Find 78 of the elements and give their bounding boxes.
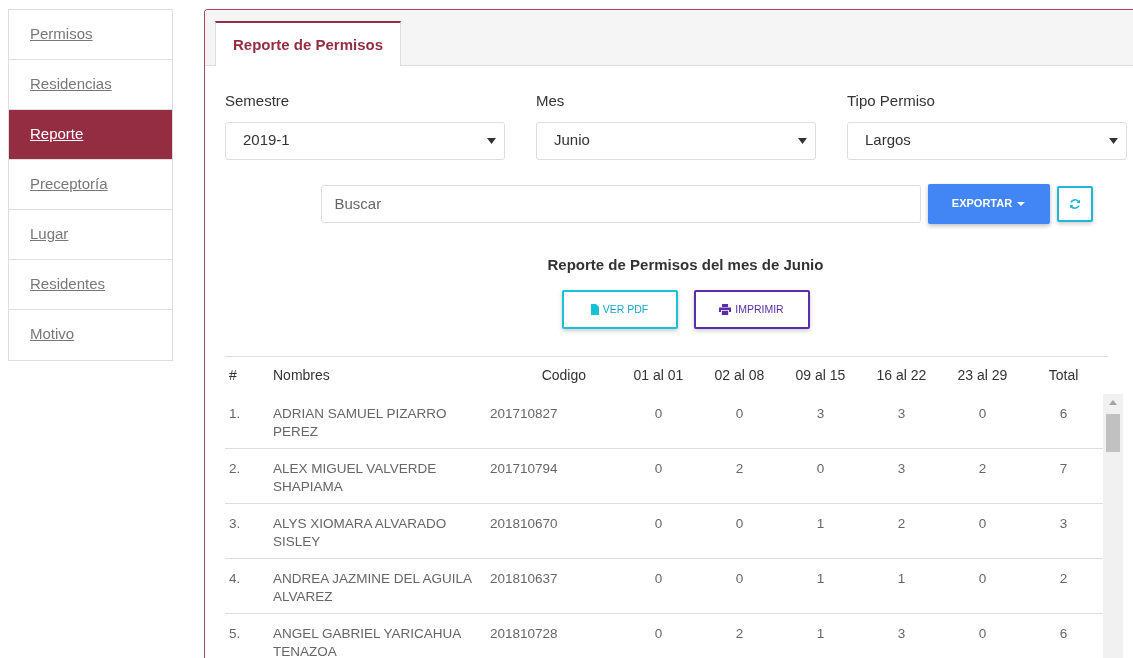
table-cell-text: ALYS XIOMARA ALVARADO SISLEY: [273, 515, 448, 551]
table-cell-text: ANGEL GABRIEL YARICAHUA TENAZOA: [273, 625, 462, 658]
dropdown-arrow-icon: [798, 137, 807, 144]
table-cell-text: 1: [815, 625, 826, 643]
table-cell-text: 3: [815, 405, 826, 423]
table-cell-text: 2.: [228, 460, 242, 478]
column-header: Codigo: [540, 366, 587, 385]
table-cell-text: 5.: [228, 625, 242, 643]
table-cell-text: 1: [815, 570, 826, 588]
file-icon: [590, 304, 599, 315]
table-cell-text: 0: [977, 515, 988, 533]
table-cell-text: 1: [815, 515, 826, 533]
dropdown-arrow-icon: [1109, 137, 1118, 144]
table-cell-text: 6: [1058, 625, 1069, 643]
table-cell-text: 7: [1058, 460, 1069, 478]
table-cell-text: 2: [977, 460, 988, 478]
scroll-up-icon[interactable]: [1109, 400, 1117, 405]
table-cell-text: 201710827: [490, 405, 559, 423]
select-field[interactable]: 2019-1: [225, 121, 505, 160]
column-header: Nombres: [273, 366, 331, 385]
table-cell-text: 0: [734, 405, 745, 423]
table-cell-text: 201810670: [490, 515, 559, 533]
table-cell-text: ALEX MIGUEL VALVERDE SHAPIAMA: [273, 460, 438, 496]
table-cell-text: 0: [653, 460, 664, 478]
column-header: 01 al 01: [632, 366, 685, 385]
table-cell-text: 3.: [228, 515, 242, 533]
dropdown-arrow-icon: [487, 137, 496, 144]
column-header: 16 al 22: [875, 366, 928, 385]
column-header: #: [228, 366, 238, 385]
caret-icon: [1017, 201, 1026, 206]
select-field[interactable]: Largos: [847, 121, 1127, 160]
table-cell-text: 0: [653, 625, 664, 643]
table-cell-text: 0: [977, 625, 988, 643]
column-header: 02 al 08: [713, 366, 766, 385]
table-cell-text: 3: [896, 460, 907, 478]
table-cell-text: 201810637: [490, 570, 559, 588]
scrollbar[interactable]: [1103, 394, 1123, 658]
table-cell-text: 3: [896, 625, 907, 643]
table-cell-text: 4.: [228, 570, 242, 588]
table-cell-text: 0: [734, 570, 745, 588]
table-cell-text: 0: [734, 515, 745, 533]
table-cell-text: 0: [653, 570, 664, 588]
table-cell-text: 0: [653, 405, 664, 423]
column-header: Total: [1047, 366, 1080, 385]
table-cell-text: 3: [896, 405, 907, 423]
search-field[interactable]: Buscar: [320, 184, 921, 223]
report-title: Reporte de Permisos del mes de Junio: [546, 254, 825, 275]
field-label: Semestre: [225, 91, 290, 111]
table-cell-text: 0: [977, 570, 988, 588]
table-cell-text: 1.: [228, 405, 242, 423]
column-header: 09 al 15: [794, 366, 847, 385]
refresh-button[interactable]: [1056, 185, 1093, 222]
export-button[interactable]: EXPORTAR: [927, 183, 1050, 224]
table-cell-text: ADRIAN SAMUEL PIZARRO PEREZ: [273, 405, 448, 441]
table-cell-text: 2: [1058, 570, 1069, 588]
table-cell-text: ANDREA JAZMINE DEL AGUILA ALVAREZ: [273, 570, 473, 606]
refresh-icon: [1068, 197, 1081, 210]
view-pdf-button[interactable]: VER PDF: [561, 290, 678, 329]
table-cell-text: 3: [1058, 515, 1069, 533]
table-cell-text: 201810728: [490, 625, 559, 643]
table-cell-text: 6: [1058, 405, 1069, 423]
print-button[interactable]: IMPRIMIR: [693, 290, 810, 329]
table-cell-text: 0: [653, 515, 664, 533]
sidebar-item[interactable]: Reporte: [9, 110, 172, 160]
select-field[interactable]: Junio: [536, 121, 816, 160]
table-cell-text: 2: [734, 625, 745, 643]
field-label: Mes: [536, 91, 565, 111]
printer-icon: [719, 304, 732, 315]
table-cell-text: 2: [734, 460, 745, 478]
field-label: Tipo Permiso: [847, 91, 935, 111]
table-cell-text: 201710794: [490, 460, 559, 478]
tab[interactable]: Reporte de Permisos: [215, 21, 402, 66]
table-cell-text: 2: [896, 515, 907, 533]
table-cell-text: 1: [896, 570, 907, 588]
scrollbar-thumb[interactable]: [1106, 414, 1120, 452]
table-cell-text: 0: [977, 405, 988, 423]
column-header: 23 al 29: [956, 366, 1009, 385]
table-cell-text: 0: [815, 460, 826, 478]
